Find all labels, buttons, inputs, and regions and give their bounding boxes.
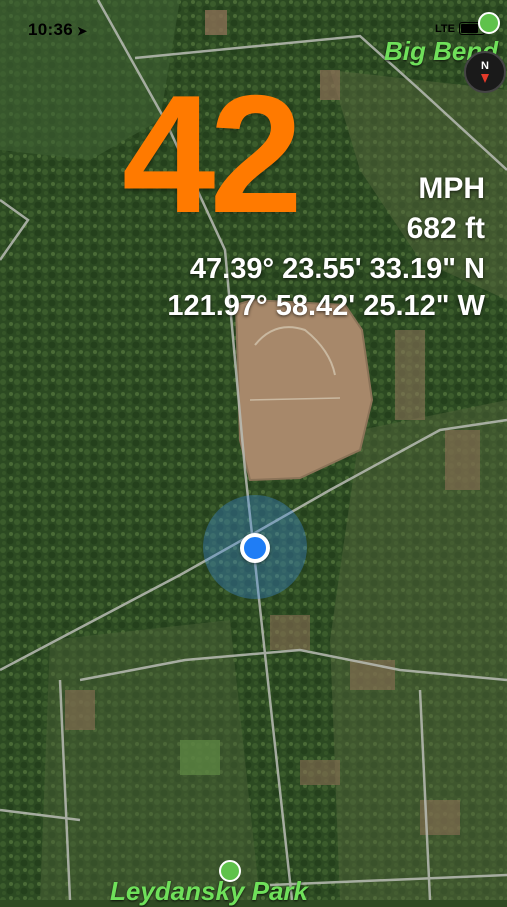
current-location-icon[interactable] bbox=[240, 533, 270, 563]
svg-text:N: N bbox=[481, 60, 489, 72]
status-bar-time: 10:36 ➤ bbox=[28, 20, 87, 40]
speed-unit: MPH bbox=[418, 172, 485, 205]
network-label: LTE bbox=[435, 22, 455, 35]
longitude-value: 121.97° 58.42' 25.12" W bbox=[167, 290, 485, 322]
altitude-value: 682 ft bbox=[406, 212, 485, 245]
compass-icon[interactable]: N bbox=[463, 50, 507, 94]
time-label: 10:36 bbox=[28, 20, 73, 39]
latitude-value: 47.39° 23.55' 33.19" N bbox=[189, 253, 485, 285]
park-tree-icon bbox=[478, 12, 500, 34]
navigation-arrow-icon: ➤ bbox=[76, 24, 88, 38]
place-label-leydansky-park[interactable]: Leydansky Park bbox=[110, 876, 308, 907]
speed-value: 42 bbox=[122, 60, 303, 248]
